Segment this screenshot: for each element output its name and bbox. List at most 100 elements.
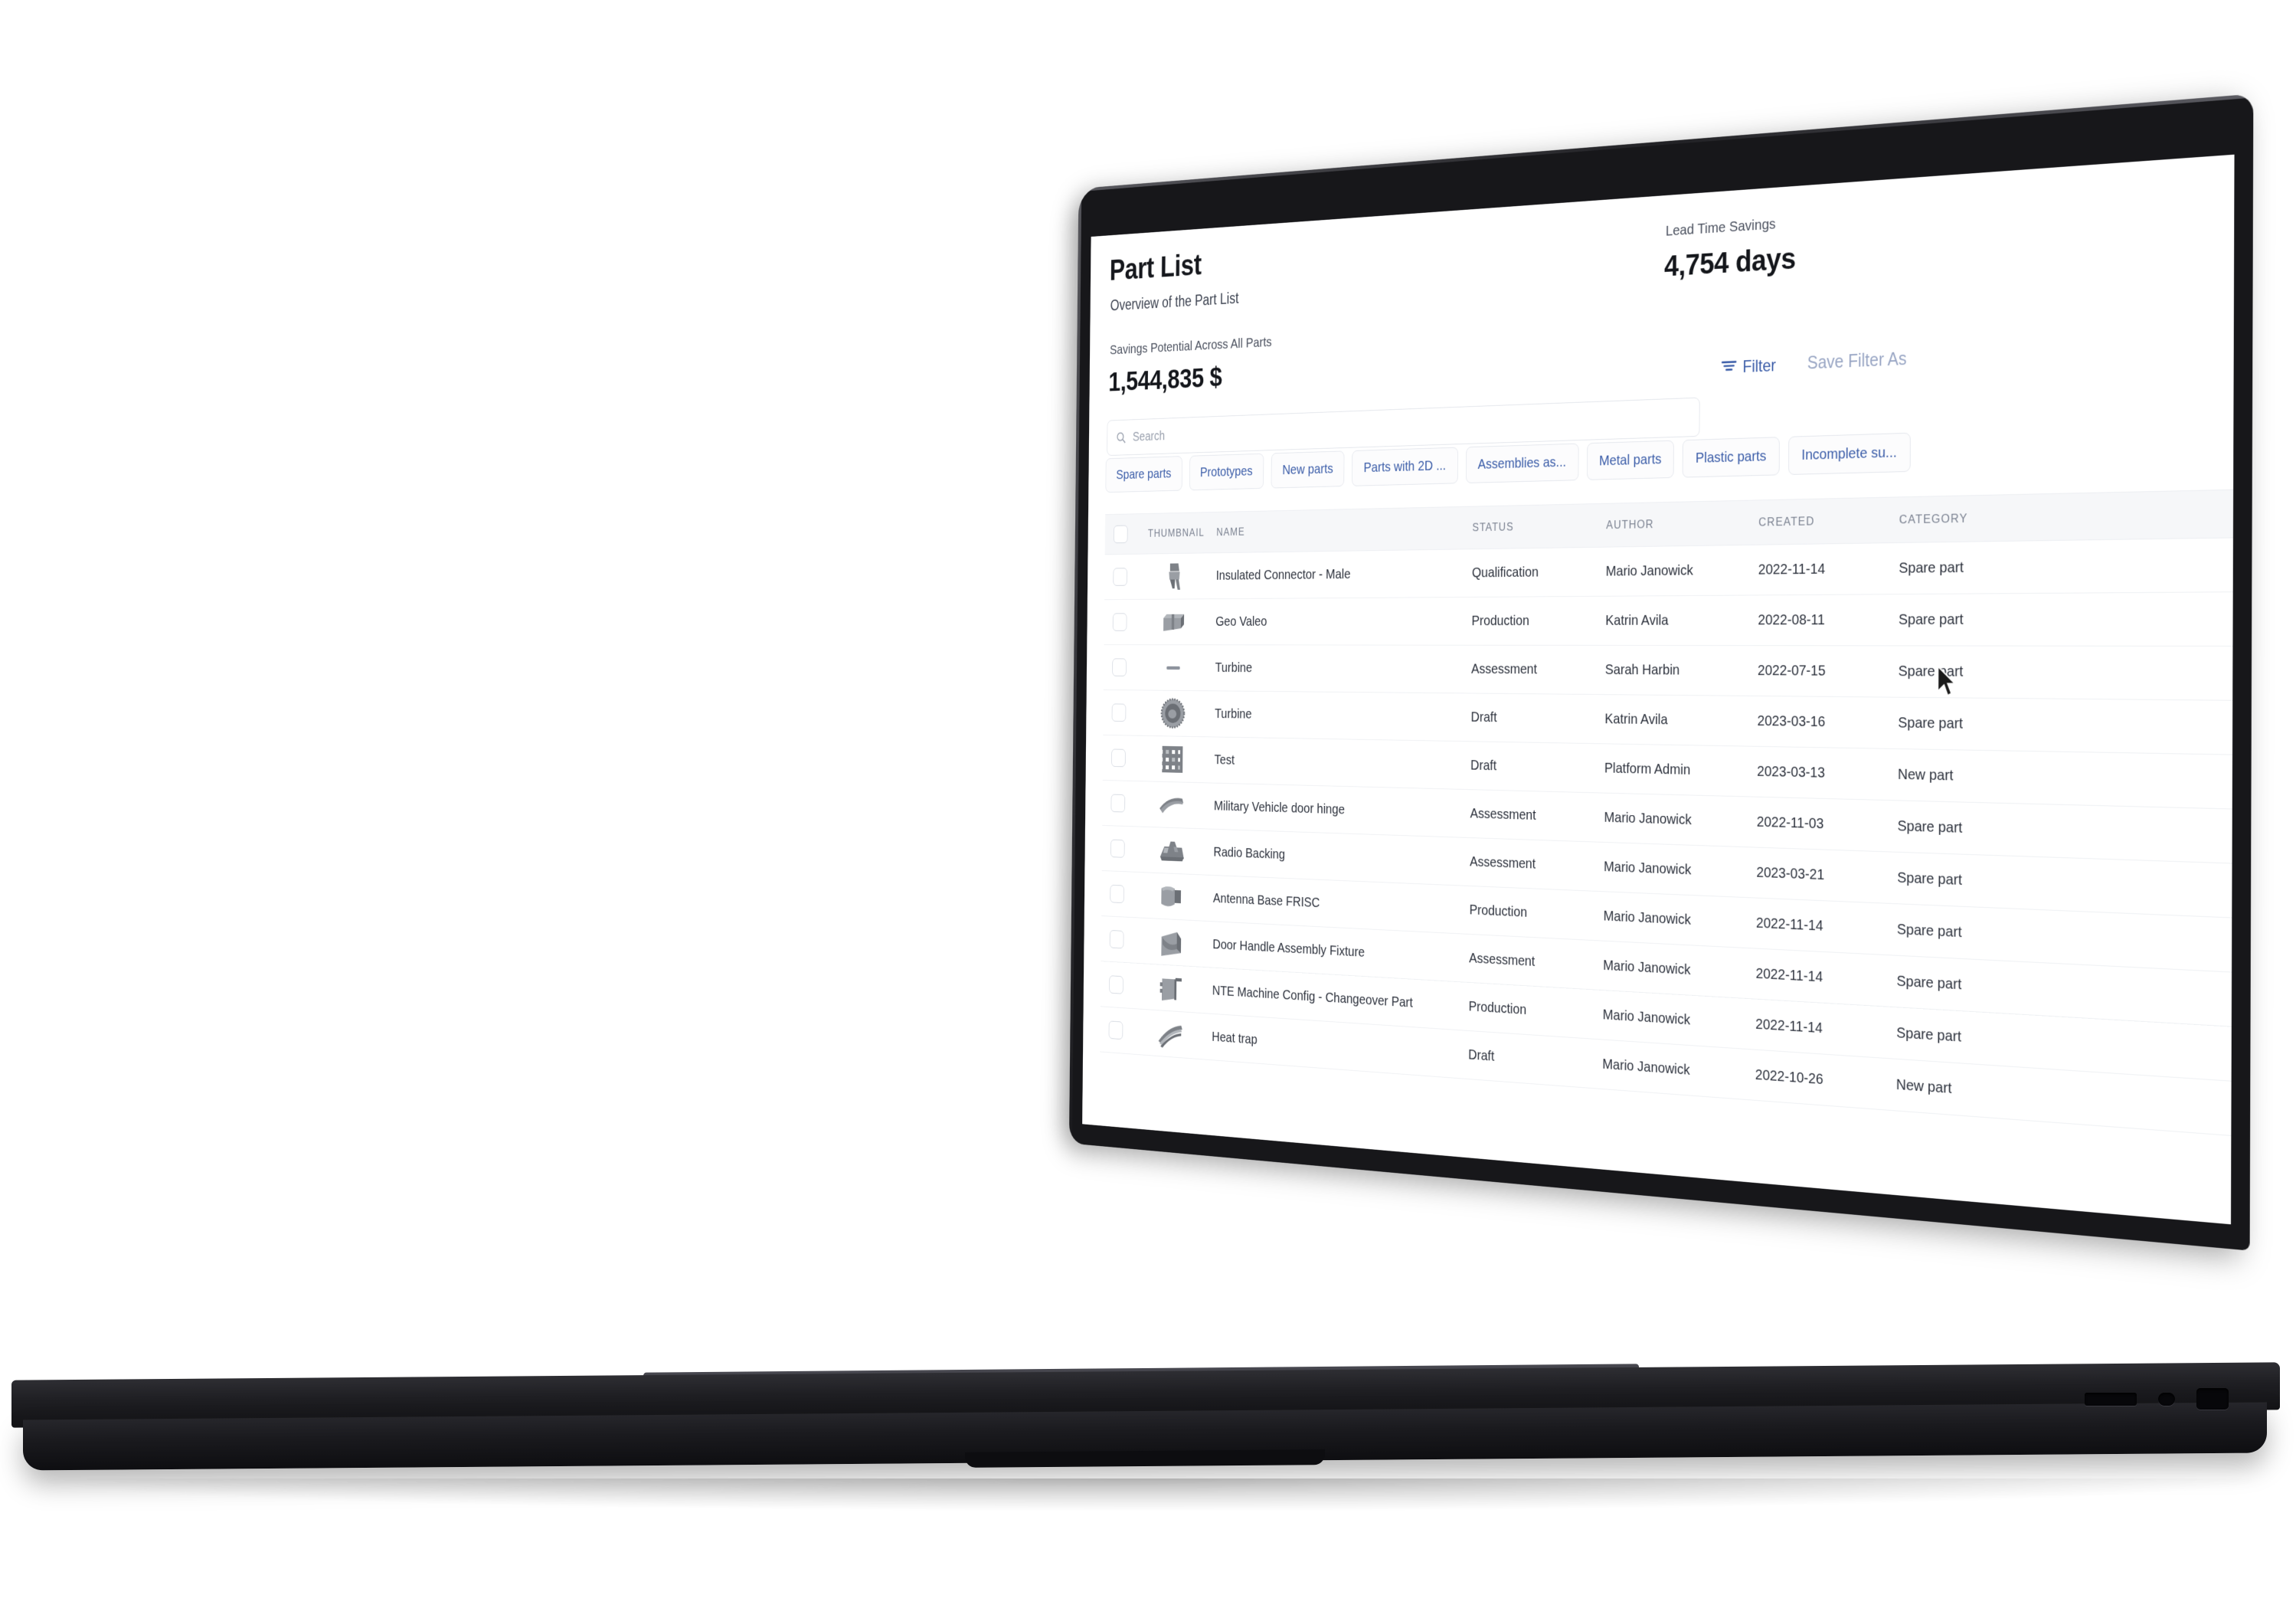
column-header-name[interactable]: NAME [1213, 521, 1469, 539]
category-cell: Spare part [1897, 817, 1963, 837]
category-cell: Spare part [1896, 921, 1962, 941]
thumbnail-cell [1135, 604, 1212, 640]
thumbnail-cell [1134, 695, 1212, 732]
part-name-cell: Test [1214, 752, 1235, 768]
author-cell: Platform Admin [1604, 760, 1691, 778]
column-header-created[interactable]: CREATED [1755, 512, 1895, 529]
thumbnail-cell [1135, 650, 1212, 686]
laptop-lid: Part List Overview of the Part List Savi… [1068, 93, 2254, 1251]
status-cell: Assessment [1470, 805, 1536, 824]
author-cell: Mario Janowick [1603, 957, 1691, 978]
status-cell: Production [1469, 902, 1528, 921]
category-cell: Spare part [1898, 663, 1964, 680]
row-select-cell [1104, 658, 1135, 676]
category-cell: Spare part [1896, 1024, 1962, 1046]
part-name-cell: Radio Backing [1213, 844, 1286, 863]
savings-potential-value: 1,544,835 $ [1108, 361, 1222, 398]
screen-content: Part List Overview of the Part List Savi… [1082, 154, 2235, 1225]
savings-potential-label: Savings Potential Across All Parts [1110, 334, 1272, 358]
row-select-checkbox[interactable] [1110, 884, 1125, 904]
filter-button-label: Filter [1742, 355, 1777, 377]
filter-button[interactable]: Filter [1721, 356, 1776, 378]
status-cell: Production [1468, 998, 1527, 1018]
connector-part-thumbnail [1159, 558, 1189, 594]
filter-chip[interactable]: Plastic parts [1683, 437, 1780, 478]
hdmi-port [2085, 1393, 2137, 1406]
search-input[interactable] [1131, 408, 1689, 446]
lead-time-savings-label: Lead Time Savings [1665, 215, 1776, 240]
status-cell: Draft [1470, 709, 1497, 725]
column-header-thumbnail[interactable]: THUMBNAIL [1137, 526, 1214, 541]
table-row[interactable]: Geo Valeo Production Katrin Avila 2022-08-1… [1104, 592, 2235, 647]
filter-chip[interactable]: Prototypes [1189, 453, 1264, 491]
laptop-base-notch [965, 1449, 1325, 1468]
heat-trap-thumbnail [1156, 1015, 1185, 1053]
author-cell: Katrin Avila [1604, 710, 1668, 728]
row-select-checkbox[interactable] [1112, 658, 1127, 676]
antenna-base-thumbnail [1156, 878, 1186, 915]
created-date-cell: 2022-11-03 [1756, 814, 1824, 833]
usb-c-port [2196, 1388, 2229, 1410]
category-cell: Spare part [1896, 972, 1962, 994]
curved-hinge-thumbnail [1157, 787, 1186, 824]
filter-chip[interactable]: Parts with 2D ... [1352, 447, 1458, 486]
filter-chip[interactable]: Assemblies as... [1465, 443, 1579, 483]
category-cell: Spare part [1899, 558, 1964, 577]
thumbnail-cell [1133, 786, 1211, 824]
part-list-app: Part List Overview of the Part List Savi… [1082, 154, 2235, 1225]
category-cell: Spare part [1898, 611, 1964, 628]
category-cell: Spare part [1897, 869, 1963, 889]
part-name-cell: Insulated Connector - Male [1215, 566, 1351, 584]
row-select-checkbox[interactable] [1108, 1020, 1123, 1040]
filter-chip[interactable]: Spare parts [1105, 456, 1182, 493]
author-cell: Mario Janowick [1604, 809, 1692, 828]
select-all-cell [1105, 525, 1137, 544]
filter-chip[interactable]: Incomplete su... [1787, 432, 1911, 475]
created-date-cell: 2023-03-13 [1757, 763, 1825, 781]
filter-chip[interactable]: New parts [1271, 450, 1345, 489]
status-cell: Draft [1468, 1046, 1495, 1065]
column-header-category[interactable]: CATEGORY [1895, 509, 2049, 527]
machine-config-thumbnail [1156, 969, 1185, 1007]
table-body: Insulated Connector - Male Qualification M… [1100, 538, 2235, 1137]
lattice-cube-thumbnail [1158, 741, 1187, 778]
part-name-cell: Antenna Base FRISC [1212, 890, 1320, 911]
headphone-jack-port [2158, 1393, 2175, 1406]
row-select-checkbox[interactable] [1112, 613, 1127, 631]
created-date-cell: 2022-11-14 [1755, 914, 1823, 935]
filter-chip[interactable]: Metal parts [1586, 440, 1675, 480]
status-cell: Assessment [1470, 853, 1536, 873]
created-date-cell: 2023-03-21 [1756, 863, 1825, 883]
empty-thumbnail-dash-icon [1166, 666, 1180, 670]
no-thumbnail-placeholder [1159, 650, 1188, 686]
category-cell: Spare part [1898, 714, 1963, 732]
row-select-checkbox[interactable] [1113, 568, 1128, 586]
column-header-status[interactable]: STATUS [1469, 519, 1603, 535]
column-header-author[interactable]: AUTHOR [1602, 516, 1755, 532]
select-all-checkbox[interactable] [1113, 525, 1128, 544]
row-select-cell [1104, 568, 1136, 586]
row-select-cell [1100, 1020, 1131, 1040]
row-select-checkbox[interactable] [1111, 703, 1127, 722]
lead-time-savings-value: 4,754 days [1663, 241, 1796, 283]
row-select-checkbox[interactable] [1110, 839, 1125, 858]
row-select-cell [1103, 748, 1134, 768]
save-filter-as-link[interactable]: Save Filter As [1807, 349, 1907, 374]
screenshot-stage: Part List Overview of the Part List Savi… [0, 0, 2296, 1598]
status-cell: Production [1471, 612, 1529, 629]
row-select-checkbox[interactable] [1109, 975, 1123, 994]
author-cell: Mario Janowick [1605, 562, 1693, 580]
status-cell: Assessment [1470, 660, 1538, 677]
page-subtitle: Overview of the Part List [1110, 289, 1239, 314]
part-name-cell: Geo Valeo [1215, 614, 1267, 630]
row-select-checkbox[interactable] [1111, 748, 1126, 768]
row-select-cell [1102, 839, 1133, 858]
row-select-checkbox[interactable] [1109, 930, 1124, 949]
row-select-checkbox[interactable] [1110, 794, 1126, 813]
laptop-drop-shadow [46, 1478, 2252, 1511]
author-cell: Mario Janowick [1604, 858, 1692, 879]
radio-backing-thumbnail [1157, 832, 1186, 869]
part-name-cell: Turbine [1215, 706, 1252, 722]
part-name-cell: NTE Machine Config - Changeover Part [1212, 983, 1413, 1011]
part-list-table: THUMBNAIL NAME STATUS AUTHOR CREATED CAT… [1100, 489, 2235, 1137]
